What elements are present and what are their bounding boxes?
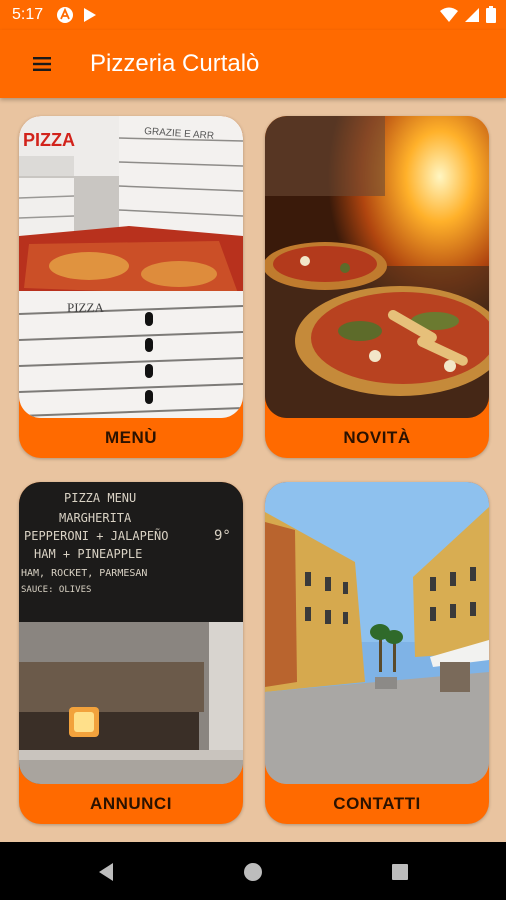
wifi-icon	[440, 7, 458, 28]
chalk-line-3: HAM + PINEAPPLE	[34, 547, 142, 561]
home-icon	[244, 863, 262, 881]
chalk-line-1: MARGHERITA	[59, 511, 132, 525]
news-card-label: NOVITÀ	[343, 428, 411, 447]
chalk-line-4: HAM, ROCKET, PARMESAN	[21, 568, 147, 579]
signal-icon	[464, 7, 480, 28]
status-bar: 5:17	[0, 0, 506, 30]
status-time: 5:17	[12, 6, 44, 23]
pizza-box-brand-text: PIZZA	[23, 130, 75, 150]
chalk-price: 9°	[214, 528, 231, 544]
back-icon	[99, 863, 113, 881]
town-square-photo	[265, 482, 489, 784]
news-card[interactable]: NOVITÀ	[265, 116, 489, 458]
recents-icon	[392, 864, 408, 880]
pizza-oven-photo	[265, 116, 489, 418]
recents-button[interactable]	[388, 860, 412, 884]
pizza-boxes-photo: PIZZA GRAZIE E ARR PIZZA	[19, 116, 243, 418]
contacts-card[interactable]: CONTATTI	[265, 482, 489, 824]
announcements-card-label: ANNUNCI	[90, 794, 172, 813]
hamburger-icon	[33, 57, 51, 71]
chalk-line-2: PEPPERONI + JALAPEÑO	[24, 528, 169, 543]
app-title: Pizzeria Curtalò	[90, 50, 260, 77]
menu-card-label: MENÙ	[104, 428, 158, 447]
announcements-card[interactable]: PIZZA MENU MARGHERITA PEPPERONI + JALAPE…	[19, 482, 243, 824]
menu-card[interactable]: PIZZA GRAZIE E ARR PIZZA MENÙ	[19, 116, 243, 458]
battery-icon	[486, 6, 496, 28]
hamburger-menu-button[interactable]	[26, 48, 58, 80]
app-bar: Pizzeria Curtalò	[0, 30, 506, 98]
system-nav-bar	[0, 842, 506, 900]
play-store-icon	[82, 6, 98, 29]
back-button[interactable]	[94, 860, 118, 884]
box-print-text: PIZZA	[67, 300, 104, 315]
chalk-title: PIZZA MENU	[64, 491, 136, 505]
home-button[interactable]	[241, 860, 265, 884]
chalkboard-menu-photo: PIZZA MENU MARGHERITA PEPPERONI + JALAPE…	[19, 482, 243, 784]
contacts-card-label: CONTATTI	[333, 794, 421, 813]
app-notification-icon	[56, 6, 74, 29]
chalk-line-5: SAUCE: OLIVES	[21, 585, 91, 595]
